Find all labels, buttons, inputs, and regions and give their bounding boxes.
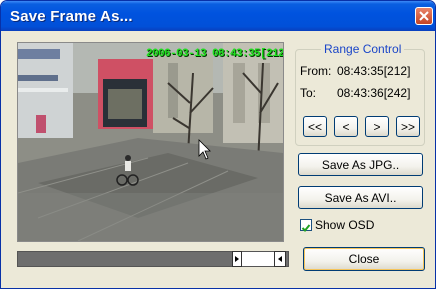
last-frame-button[interactable]: >> (396, 116, 420, 137)
close-icon (419, 11, 429, 21)
show-osd-label[interactable]: Show OSD (315, 218, 374, 232)
right-arrow-icon (235, 256, 239, 262)
to-label: To: (300, 86, 317, 100)
checkmark-icon (301, 224, 311, 232)
close-window-button[interactable] (415, 7, 433, 25)
close-button[interactable]: Close (303, 247, 425, 271)
selected-range (242, 252, 274, 266)
video-preview: 2006-03-13 08:43:35[212] (17, 42, 284, 242)
camera-frame-image (18, 43, 283, 241)
from-value: 08:43:35[212] (337, 64, 411, 78)
range-end-marker[interactable] (274, 251, 286, 267)
next-frame-button[interactable]: > (365, 116, 389, 137)
from-label: From: (300, 64, 332, 78)
show-osd-checkbox[interactable] (300, 219, 312, 232)
osd-timestamp: 2006-03-13 08:43:35[212] (146, 48, 284, 60)
title-bar[interactable]: Save Frame As... (1, 1, 435, 31)
save-as-avi-button[interactable]: Save As AVI.. (298, 186, 423, 209)
range-control-title: Range Control (321, 42, 405, 56)
left-arrow-icon (278, 256, 282, 262)
dialog-title: Save Frame As... (10, 8, 133, 25)
first-frame-button[interactable]: << (303, 116, 327, 137)
range-start-marker[interactable] (232, 251, 242, 267)
save-as-jpg-button[interactable]: Save As JPG.. (298, 153, 423, 176)
previous-frame-button[interactable]: < (334, 116, 358, 137)
to-value: 08:43:36[242] (337, 86, 411, 100)
